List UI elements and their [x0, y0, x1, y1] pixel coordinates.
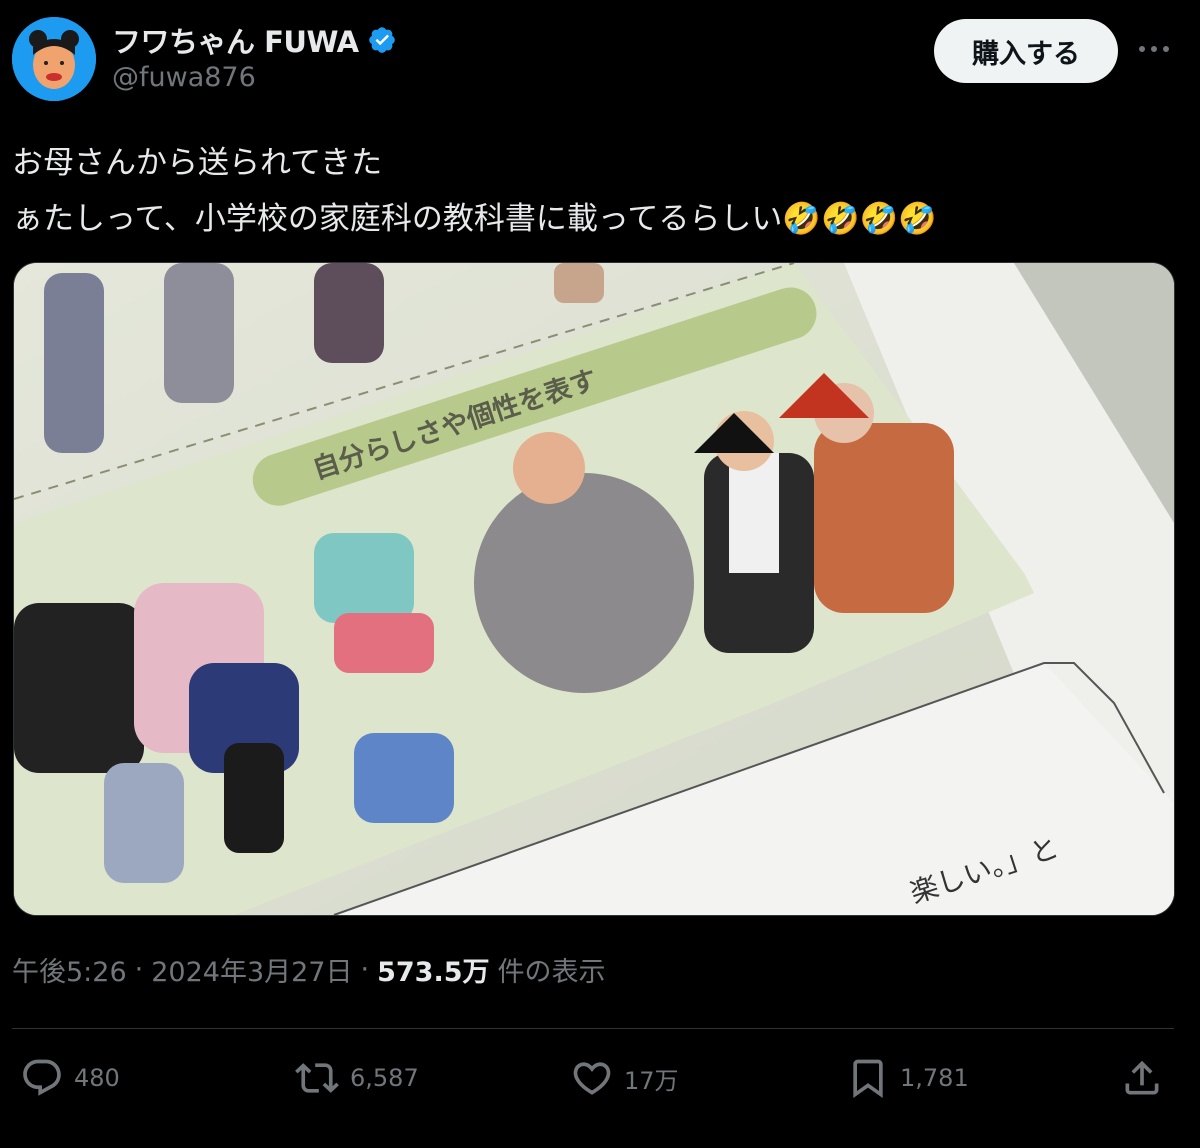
repost-icon — [295, 1063, 339, 1093]
repost-count: 6,587 — [350, 1064, 419, 1092]
meta-separator-1: · — [134, 954, 144, 985]
textbook-photo: 自分らしさや個性を表す 楽しい。」と — [14, 263, 1174, 915]
divider — [12, 1028, 1174, 1029]
tweet-date[interactable]: 2024年3月27日 — [151, 950, 352, 989]
repost-button[interactable]: 6,587 — [294, 1054, 419, 1102]
ellipsis-icon[interactable] — [1134, 34, 1174, 64]
avatar-image — [12, 17, 96, 101]
reply-icon — [23, 1059, 61, 1096]
author-display-name[interactable]: フワちゃん FUWA — [112, 19, 359, 61]
tweet-line-1: お母さんから送られてきた — [12, 145, 383, 181]
like-count: 17万 — [624, 1066, 679, 1095]
verified-badge-icon — [368, 27, 395, 53]
action-bar: 480 6,587 17万 1,781 — [0, 1054, 1200, 1102]
meta-separator-2: · — [360, 954, 370, 985]
tweet-photo[interactable]: 自分らしさや個性を表す 楽しい。」と — [13, 262, 1175, 916]
bookmark-count: 1,781 — [900, 1064, 969, 1092]
view-count-label: 件の表示 — [497, 957, 606, 988]
reply-count: 480 — [74, 1064, 120, 1092]
bookmark-icon — [853, 1059, 883, 1099]
view-count: 573.5万 — [377, 957, 490, 988]
tweet-line-2: ぁたしって、小学校の家庭科の教科書に載ってるらしい🤣🤣🤣🤣 — [12, 201, 937, 237]
author-handle[interactable]: @fuwa876 — [112, 62, 256, 93]
like-button[interactable]: 17万 — [570, 1054, 679, 1102]
reply-button[interactable]: 480 — [20, 1054, 120, 1102]
buy-button[interactable]: 購入する — [934, 19, 1118, 83]
tweet-text: お母さんから送られてきたぁたしって、小学校の家庭科の教科書に載ってるらしい🤣🤣🤣… — [12, 135, 937, 247]
tweet-time[interactable]: 午後5:26 — [12, 950, 127, 989]
tweet-meta: 午後5:26 · 2024年3月27日 · 573.5万 件の表示 — [12, 950, 605, 989]
share-button[interactable] — [1120, 1054, 1164, 1102]
bookmark-button[interactable]: 1,781 — [846, 1054, 969, 1102]
share-icon — [1125, 1060, 1159, 1095]
author-name-row[interactable]: フワちゃん FUWA — [112, 20, 397, 60]
avatar[interactable] — [12, 17, 96, 101]
heart-icon — [573, 1062, 611, 1095]
